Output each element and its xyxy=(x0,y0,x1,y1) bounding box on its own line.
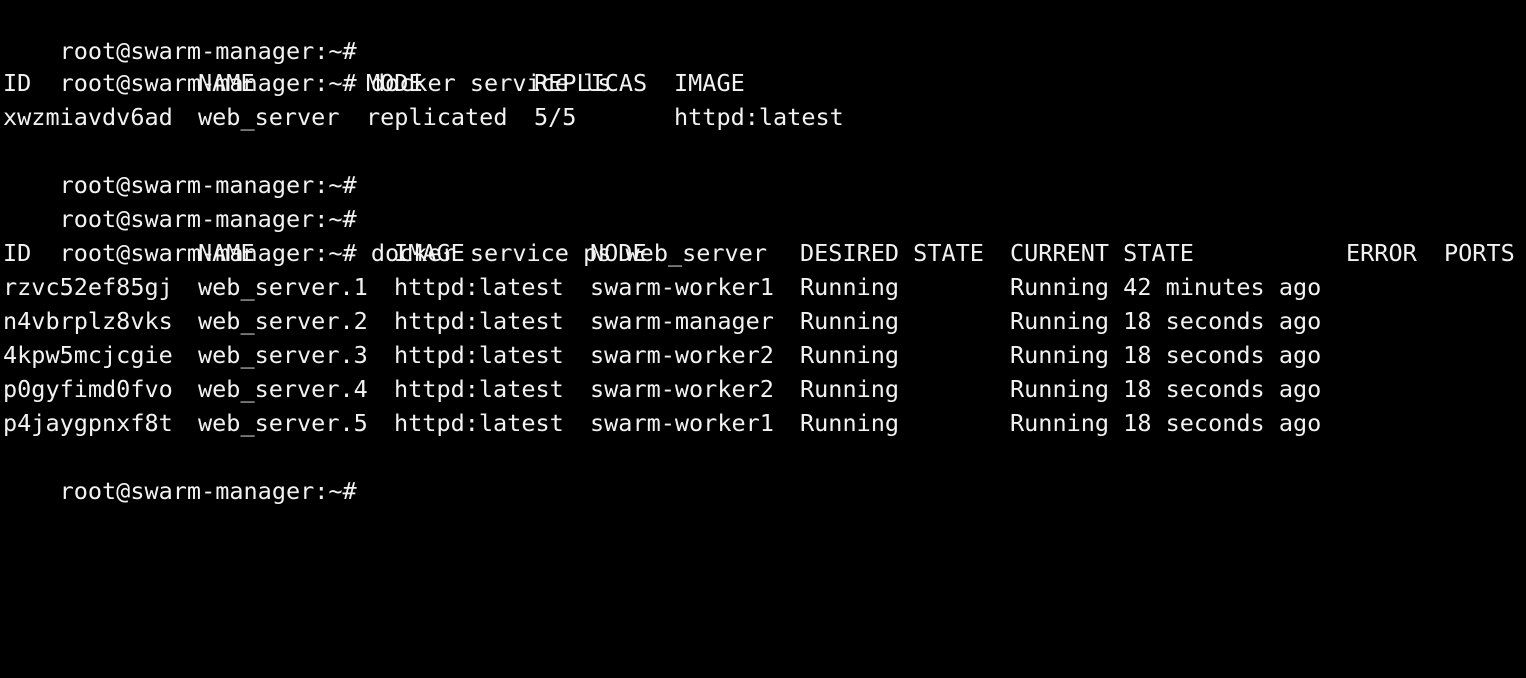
task-name: web_server.3 xyxy=(198,341,368,369)
task-current-state: Running 18 seconds ago xyxy=(1010,409,1322,437)
column-header-replicas: REPLICAS xyxy=(534,69,648,97)
task-image: httpd:latest xyxy=(394,341,564,369)
task-node: swarm-worker1 xyxy=(590,273,774,301)
task-id: p0gyfimd0fvo xyxy=(3,375,173,403)
column-header-image: IMAGE xyxy=(394,239,465,267)
column-header-id: ID xyxy=(3,69,32,97)
task-desired-state: Running xyxy=(800,273,900,301)
column-header-desired-state: DESIRED STATE xyxy=(800,239,984,267)
task-image: httpd:latest xyxy=(394,375,564,403)
task-node: swarm-manager xyxy=(590,307,774,335)
task-desired-state: Running xyxy=(800,307,900,335)
task-desired-state: Running xyxy=(800,409,900,437)
task-desired-state: Running xyxy=(800,375,900,403)
service-replicas: 5/5 xyxy=(534,103,577,131)
task-desired-state: Running xyxy=(800,341,900,369)
column-header-current-state: CURRENT STATE xyxy=(1010,239,1194,267)
column-header-name: NAME xyxy=(198,69,255,97)
service-ls-header-row: ID NAME MODE REPLICAS IMAGE xyxy=(3,66,1523,100)
task-node: swarm-worker1 xyxy=(590,409,774,437)
task-name: web_server.5 xyxy=(198,409,368,437)
column-header-id: ID xyxy=(3,239,32,267)
task-image: httpd:latest xyxy=(394,273,564,301)
task-current-state: Running 18 seconds ago xyxy=(1010,307,1322,335)
task-id: n4vbrplz8vks xyxy=(3,307,173,335)
task-id: rzvc52ef85gj xyxy=(3,273,173,301)
task-name: web_server.1 xyxy=(198,273,368,301)
task-id: p4jaygpnxf8t xyxy=(3,409,173,437)
service-image: httpd:latest xyxy=(674,103,844,131)
service-ls-row: xwzmiavdv6ad web_server replicated 5/5 h… xyxy=(3,100,1523,134)
task-node: swarm-worker2 xyxy=(590,341,774,369)
task-id: 4kpw5mcjcgie xyxy=(3,341,173,369)
service-name: web_server xyxy=(198,103,340,131)
prompt-line: root@swarm-manager:~# xyxy=(3,134,357,199)
service-mode: replicated xyxy=(366,103,508,131)
command-line: root@swarm-manager:~# docker service ps … xyxy=(3,202,767,267)
terminal-window[interactable]: root@swarm-manager:~# root@swarm-manager… xyxy=(0,0,1526,505)
task-image: httpd:latest xyxy=(394,307,564,335)
task-row: 4kpw5mcjcgie web_server.3 httpd:latest s… xyxy=(3,338,1523,372)
prompt-line: root@swarm-manager:~# xyxy=(3,168,357,233)
prompt-line: root@swarm-manager:~# xyxy=(3,0,357,65)
column-header-mode: MODE xyxy=(366,69,423,97)
task-name: web_server.4 xyxy=(198,375,368,403)
task-current-state: Running 18 seconds ago xyxy=(1010,341,1322,369)
column-header-ports: PORTS xyxy=(1444,239,1515,267)
task-current-state: Running 42 minutes ago xyxy=(1010,273,1322,301)
task-row: p0gyfimd0fvo web_server.4 httpd:latest s… xyxy=(3,372,1523,406)
task-image: httpd:latest xyxy=(394,409,564,437)
column-header-error: ERROR xyxy=(1346,239,1417,267)
task-row: rzvc52ef85gj web_server.1 httpd:latest s… xyxy=(3,270,1523,304)
column-header-node: NODE xyxy=(590,239,647,267)
task-node: swarm-worker2 xyxy=(590,375,774,403)
column-header-name: NAME xyxy=(198,239,255,267)
prompt-text: root@swarm-manager:~# xyxy=(59,477,357,505)
command-line: root@swarm-manager:~# docker service ls xyxy=(3,32,612,97)
task-row: n4vbrplz8vks web_server.2 httpd:latest s… xyxy=(3,304,1523,338)
service-id: xwzmiavdv6ad xyxy=(3,103,173,131)
task-row: p4jaygpnxf8t web_server.5 httpd:latest s… xyxy=(3,406,1523,440)
task-name: web_server.2 xyxy=(198,307,368,335)
service-ps-header-row: ID NAME IMAGE NODE DESIRED STATE CURRENT… xyxy=(3,236,1523,270)
task-current-state: Running 18 seconds ago xyxy=(1010,375,1322,403)
column-header-image: IMAGE xyxy=(674,69,745,97)
prompt-line[interactable]: root@swarm-manager:~# xyxy=(3,440,357,505)
